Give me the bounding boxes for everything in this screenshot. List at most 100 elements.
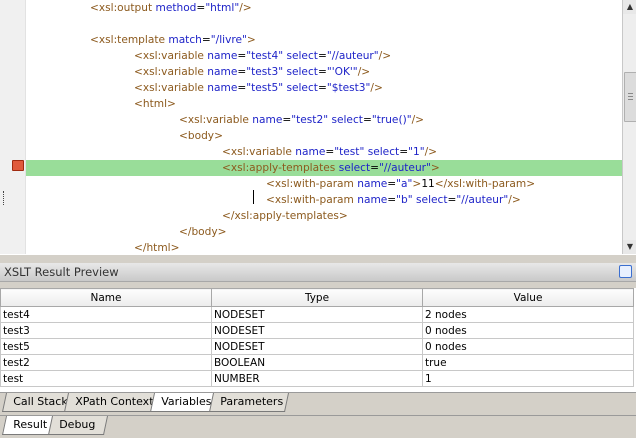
code-token: = xyxy=(237,82,247,94)
code-token: = xyxy=(362,114,372,126)
cell-name: test5 xyxy=(0,338,212,355)
result-preview-title: XSLT Result Preview xyxy=(4,265,119,279)
editor-gutter[interactable] xyxy=(0,0,26,254)
code-token: <xsl:with-param xyxy=(266,194,358,206)
code-token: "a" xyxy=(396,178,413,190)
code-token: /> xyxy=(378,50,392,62)
scroll-up-arrow-icon[interactable]: ▲ xyxy=(623,0,636,14)
code-token: </xsl:apply-templates> xyxy=(222,210,348,222)
editor-vertical-scrollbar[interactable]: ▲ ▼ xyxy=(622,0,636,254)
tab-xpath-context[interactable]: XPath Context xyxy=(63,393,159,412)
code-token: select xyxy=(416,194,448,206)
result-preview-header: XSLT Result Preview xyxy=(0,263,636,282)
code-token: method xyxy=(155,2,197,14)
tab-debug[interactable]: Debug xyxy=(47,416,109,435)
debug-tab-bar: Call Stack XPath Context Variables Paramete… xyxy=(0,392,636,414)
code-token: <xsl:template xyxy=(90,34,169,46)
table-row[interactable]: test4 NODESET 2 nodes xyxy=(0,306,634,323)
cell-value: 2 nodes xyxy=(422,306,634,323)
code-token: "test4" xyxy=(246,50,284,62)
tab-label: Result xyxy=(13,418,48,431)
cell-name: test xyxy=(0,370,212,387)
cell-value: 1 xyxy=(422,370,634,387)
table-row[interactable]: test3 NODESET 0 nodes xyxy=(0,322,634,339)
code-line[interactable]: <xsl:with-param name="a">11</xsl:with-pa… xyxy=(26,176,622,192)
code-token: <xsl:variable xyxy=(134,82,208,94)
code-token: match xyxy=(168,34,202,46)
variables-table-area: Name Type Value test4 NODESET 2 nodes test3… xyxy=(0,288,636,392)
code-token: "test3" xyxy=(246,66,284,78)
code-line[interactable]: </html> xyxy=(26,240,622,254)
code-line[interactable]: <xsl:template match="/livre"> xyxy=(26,32,622,48)
cell-value: true xyxy=(422,354,634,371)
column-header-name[interactable]: Name xyxy=(0,288,212,307)
code-line[interactable]: <xsl:variable name="test3" select="'OK'"… xyxy=(26,64,622,80)
code-token: name xyxy=(207,66,238,78)
code-token: > xyxy=(412,178,422,190)
cell-value: 0 nodes xyxy=(422,322,634,339)
tab-label: XPath Context xyxy=(75,395,154,408)
cell-type: NODESET xyxy=(211,306,423,323)
breakpoint-marker-icon[interactable] xyxy=(12,160,24,171)
code-token: <xsl:variable xyxy=(222,146,296,158)
code-token: select xyxy=(331,114,363,126)
code-editor[interactable]: <xsl:output method="html"/> <xsl:template… xyxy=(0,0,636,254)
code-token: > xyxy=(430,162,440,174)
code-token: name xyxy=(357,194,388,206)
code-token: = xyxy=(282,114,292,126)
code-token: select xyxy=(286,66,318,78)
code-line[interactable]: <xsl:variable name="test4" select="//aut… xyxy=(26,48,622,64)
code-token: "b" xyxy=(396,194,413,206)
code-token: = xyxy=(387,178,397,190)
code-token: = xyxy=(399,146,409,158)
table-header-row: Name Type Value xyxy=(0,288,634,307)
tab-label: Call Stack xyxy=(13,395,68,408)
code-token: = xyxy=(325,146,335,158)
code-line[interactable]: </xsl:apply-templates> xyxy=(26,208,622,224)
code-line[interactable]: <body> xyxy=(26,128,622,144)
tab-label: Parameters xyxy=(220,395,284,408)
cell-type: BOOLEAN xyxy=(211,354,423,371)
code-token: select xyxy=(338,162,371,174)
code-token: <xsl:apply-templates xyxy=(222,162,339,174)
code-token: = xyxy=(237,50,247,62)
code-line[interactable]: <xsl:variable name="test2" select="true(… xyxy=(26,112,622,128)
code-token: <xsl:variable xyxy=(179,114,253,126)
code-token: "test2" xyxy=(291,114,329,126)
code-line[interactable]: <xsl:variable name="test5" select="$test… xyxy=(26,80,622,96)
code-lines[interactable]: <xsl:output method="html"/> <xsl:template… xyxy=(26,0,622,254)
column-header-value[interactable]: Value xyxy=(422,288,634,307)
cell-type: NODESET xyxy=(211,322,423,339)
code-token: <body> xyxy=(179,130,223,142)
code-line[interactable]: <html> xyxy=(26,96,622,112)
maximize-panel-icon[interactable] xyxy=(619,265,632,278)
table-row[interactable]: test5 NODESET 0 nodes xyxy=(0,338,634,355)
code-token: "'OK'" xyxy=(326,66,358,78)
code-token: = xyxy=(317,50,327,62)
column-header-type[interactable]: Type xyxy=(211,288,423,307)
code-line[interactable]: <xsl:with-param name="b" select="//auteu… xyxy=(26,192,622,208)
code-line[interactable]: </body> xyxy=(26,224,622,240)
code-token: = xyxy=(317,66,327,78)
fold-marker-icon[interactable] xyxy=(3,191,8,205)
code-line[interactable]: <xsl:variable name="test" select="1"/> xyxy=(26,144,622,160)
code-token: select xyxy=(286,82,318,94)
table-row[interactable]: test2 BOOLEAN true xyxy=(0,354,634,371)
code-token: "//auteur" xyxy=(379,162,431,174)
code-token: /> xyxy=(508,194,521,206)
code-token: /> xyxy=(239,2,252,14)
code-token: = xyxy=(201,34,211,46)
cell-name: test4 xyxy=(0,306,212,323)
code-token: 11 xyxy=(421,178,435,190)
scrollbar-thumb[interactable] xyxy=(624,72,636,122)
scroll-down-arrow-icon[interactable]: ▼ xyxy=(623,240,636,254)
code-token: <xsl:output xyxy=(90,2,156,14)
table-row[interactable]: test NUMBER 1 xyxy=(0,370,634,387)
code-token: /> xyxy=(424,146,438,158)
code-line[interactable] xyxy=(26,16,622,32)
tab-parameters[interactable]: Parameters xyxy=(208,393,290,412)
cell-type: NODESET xyxy=(211,338,423,355)
code-line[interactable]: <xsl:output method="html"/> xyxy=(26,0,622,16)
code-token: "true()" xyxy=(371,114,412,126)
code-line-current[interactable]: <xsl:apply-templates select="//auteur"> xyxy=(26,160,622,176)
